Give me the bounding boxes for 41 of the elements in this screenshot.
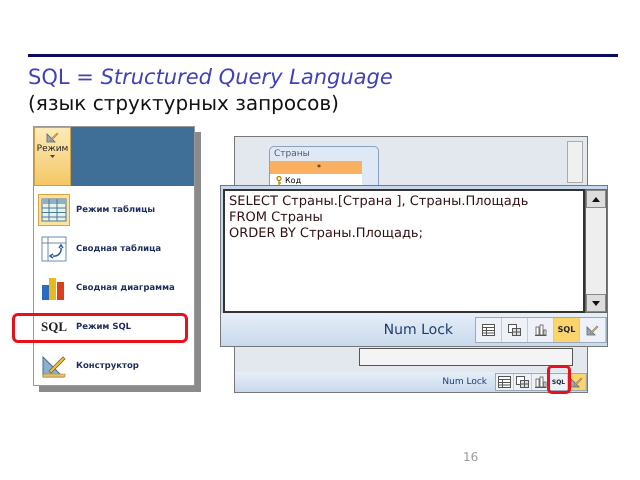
sql-editor[interactable]: SELECT Страны.[Страна ], Страны.Площадь FROM Страны ORDER BY Страны.Площадь;	[223, 189, 585, 313]
code-line: FROM Страны	[229, 210, 324, 226]
scrollbar[interactable]	[585, 189, 607, 313]
highlight-outline	[547, 365, 571, 394]
ruler-pencil-icon	[570, 376, 583, 388]
field-item[interactable]: *	[270, 161, 362, 174]
code-line: SELECT Страны.[Страна ], Страны.Площадь	[229, 194, 530, 210]
scrollbar[interactable]	[567, 141, 583, 183]
slide-title: SQL = Structured Query Language	[28, 65, 394, 89]
ruler-pencil-icon	[46, 131, 59, 143]
bar-chart-icon	[534, 324, 547, 336]
table-icon	[516, 376, 529, 388]
menu-item[interactable]: Конструктор	[38, 346, 194, 385]
table-icon	[41, 198, 67, 222]
status-text: Num Lock	[442, 377, 487, 387]
grid-icon	[482, 324, 495, 336]
table-icon	[508, 324, 521, 336]
pivot-table-icon	[41, 236, 67, 262]
down-arrow-icon	[592, 300, 600, 306]
menu-item[interactable]: Режим таблицы	[38, 190, 194, 229]
code-line: ORDER BY Страны.Площадь;	[229, 226, 424, 242]
menu-item[interactable]: Сводная диаграмма	[38, 268, 194, 307]
menu-item[interactable]: Сводная таблица	[38, 229, 194, 268]
sql-label: SQL	[558, 325, 576, 334]
key-icon	[276, 176, 282, 185]
grid-icon	[498, 376, 511, 388]
bar-chart-icon	[534, 376, 547, 388]
view-button[interactable]: SQL	[554, 318, 580, 342]
scrollbar[interactable]	[359, 348, 573, 366]
ruler-pencil-icon	[586, 324, 599, 336]
page-number: 16	[463, 450, 478, 464]
menu-item[interactable]: SQL Режим SQL	[38, 307, 194, 346]
slide-subtitle: (язык структурных запросов)	[28, 91, 340, 115]
caret-icon	[50, 155, 55, 158]
up-arrow-icon	[592, 196, 600, 202]
view-button[interactable]	[496, 374, 514, 390]
view-button[interactable]: Режим	[34, 127, 71, 186]
status-text: Num Lock	[384, 322, 453, 338]
table-title: Страны	[273, 148, 311, 161]
view-button[interactable]	[514, 374, 532, 390]
sql-label: SQL	[40, 318, 67, 334]
